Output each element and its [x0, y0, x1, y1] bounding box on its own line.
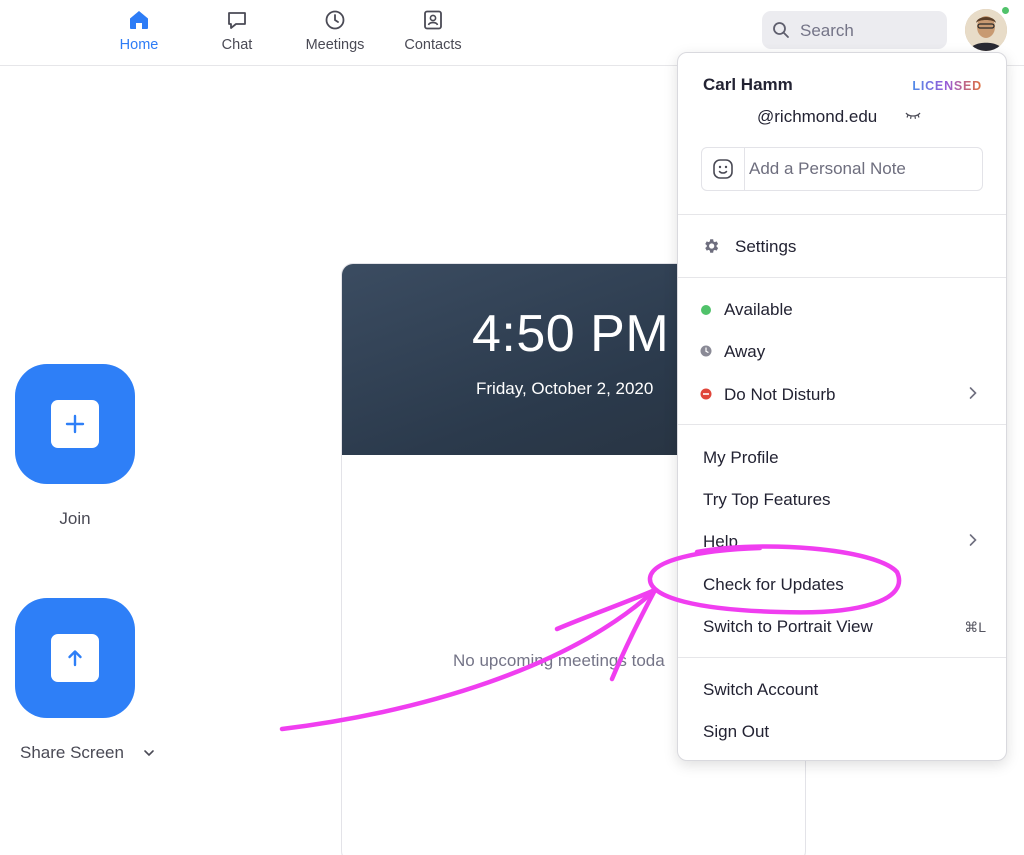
clock-icon: [325, 10, 345, 30]
divider: [678, 424, 1006, 425]
menu-item-try-top-features[interactable]: Try Top Features: [703, 490, 831, 510]
online-status-dot: [1000, 5, 1011, 16]
tab-chat[interactable]: Chat: [192, 8, 282, 54]
away-clock-icon: [700, 345, 712, 357]
contact-card-icon: [424, 10, 442, 30]
smiley-icon: [713, 159, 733, 179]
do-not-disturb-icon: [700, 388, 712, 400]
tab-home-label: Home: [119, 37, 159, 53]
status-available[interactable]: Available: [724, 300, 793, 320]
share-screen-label: Share Screen: [20, 743, 124, 762]
avatar[interactable]: [965, 9, 1007, 51]
divider: [678, 214, 1006, 215]
join-button[interactable]: [15, 364, 135, 484]
tab-meetings[interactable]: Meetings: [290, 8, 380, 54]
join-label: Join: [59, 509, 91, 528]
tab-home[interactable]: Home: [94, 8, 184, 54]
menu-item-switch-to-portrait-view[interactable]: Switch to Portrait View: [703, 617, 873, 637]
arrow-up-icon: [68, 650, 82, 667]
menu-item-check-for-updates[interactable]: Check for Updates: [703, 575, 844, 595]
menu-item-help[interactable]: Help: [703, 532, 738, 552]
personal-note-field[interactable]: Add a Personal Note: [701, 147, 983, 191]
chevron-right-icon[interactable]: [968, 386, 978, 400]
plus-icon: [65, 414, 85, 434]
tab-chat-label: Chat: [221, 37, 253, 53]
menu-item-switch-account[interactable]: Switch Account: [703, 680, 818, 700]
hidden-eye-icon[interactable]: [904, 109, 922, 121]
search-bar[interactable]: Search: [762, 11, 947, 49]
menu-item-my-profile[interactable]: My Profile: [703, 448, 779, 468]
share-screen-button[interactable]: [15, 598, 135, 718]
license-badge: LICENSED: [912, 79, 982, 93]
current-date: Friday, October 2, 2020: [476, 379, 654, 398]
status-away[interactable]: Away: [724, 342, 765, 362]
status-do-not-disturb[interactable]: Do Not Disturb: [724, 385, 835, 405]
profile-dropdown-menu: Carl Hamm LICENSED @richmond.edu Add a P…: [677, 52, 1007, 761]
user-name: Carl Hamm: [703, 75, 793, 94]
divider: [678, 277, 1006, 278]
personal-note-placeholder: Add a Personal Note: [749, 159, 906, 178]
no-meetings-text: No upcoming meetings toda: [453, 651, 665, 670]
gear-icon: [705, 239, 719, 253]
tab-contacts[interactable]: Contacts: [388, 8, 478, 54]
home-icon: [130, 11, 148, 29]
menu-item-settings[interactable]: Settings: [735, 237, 796, 257]
tab-meetings-label: Meetings: [305, 37, 365, 53]
emoji-button[interactable]: [702, 148, 745, 190]
avatar-photo: [965, 9, 1007, 51]
chat-bubble-icon: [228, 12, 246, 29]
chevron-right-icon[interactable]: [968, 533, 978, 547]
portrait-view-shortcut: ⌘L: [964, 619, 986, 635]
current-time: 4:50 PM: [472, 305, 670, 363]
available-status-dot: [701, 305, 711, 315]
menu-item-sign-out[interactable]: Sign Out: [703, 722, 769, 742]
search-placeholder: Search: [800, 21, 854, 40]
user-email: @richmond.edu: [757, 107, 878, 126]
search-icon: [773, 22, 789, 38]
divider: [678, 657, 1006, 658]
chevron-down-icon[interactable]: [143, 748, 155, 758]
tab-contacts-label: Contacts: [404, 37, 462, 53]
